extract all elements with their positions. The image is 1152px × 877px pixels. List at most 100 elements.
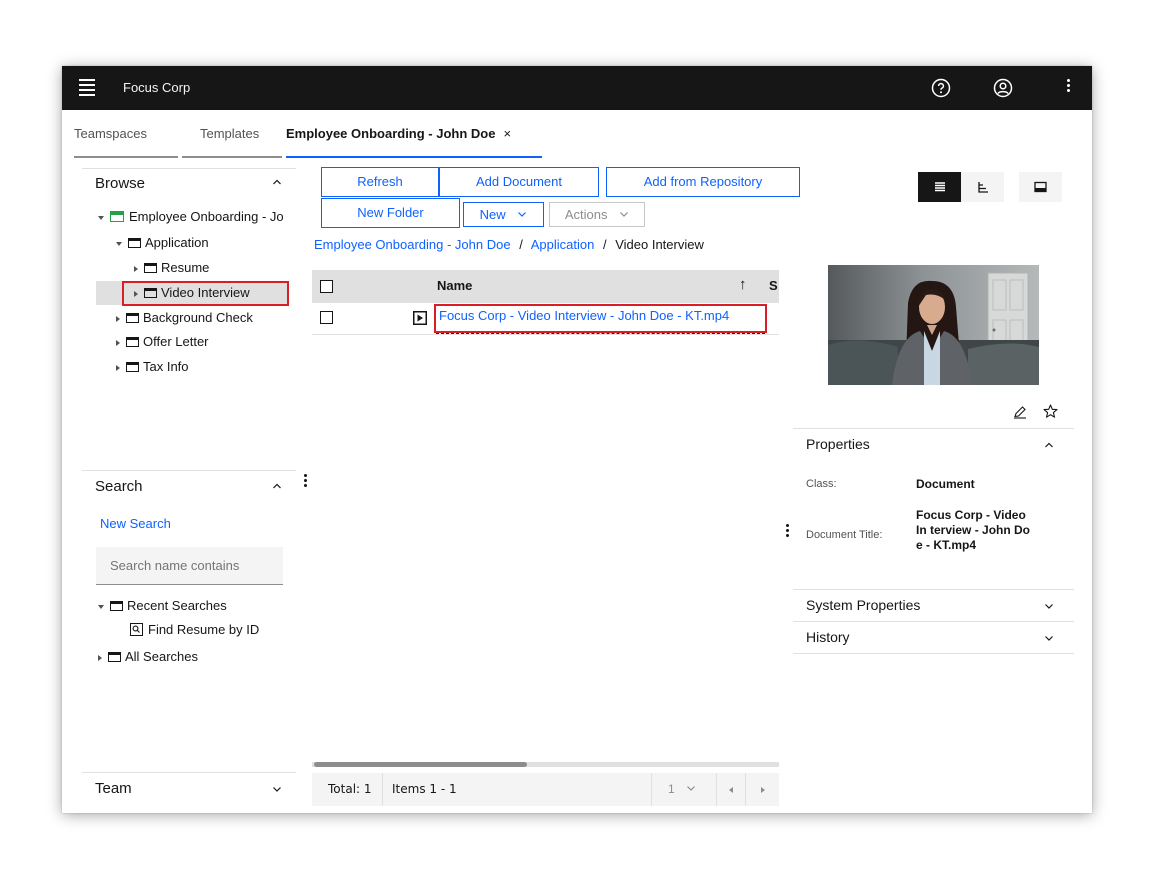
refresh-button[interactable]: Refresh xyxy=(321,167,439,197)
search-input[interactable] xyxy=(96,547,283,585)
breadcrumb-item-application[interactable]: Application xyxy=(531,237,595,252)
tree-item-label: Background Check xyxy=(143,310,253,325)
sort-ascending-icon[interactable]: ↑ xyxy=(739,276,747,293)
details-view-button[interactable] xyxy=(918,172,961,202)
hamburger-menu-icon[interactable] xyxy=(79,79,95,96)
edit-icon[interactable] xyxy=(1013,405,1027,419)
new-folder-button[interactable]: New Folder xyxy=(321,198,460,228)
caret-right-icon[interactable] xyxy=(116,339,120,346)
tab-teamspaces[interactable]: Teamspaces xyxy=(74,110,178,158)
expand-system-properties-icon[interactable] xyxy=(1044,600,1054,614)
caret-down-icon[interactable] xyxy=(116,241,122,246)
pagination-bar: Total: 1 Items 1 - 1 1 xyxy=(312,773,779,806)
tree-view-button[interactable] xyxy=(961,172,1004,202)
column-header-truncated[interactable]: S xyxy=(769,278,778,293)
new-dropdown-button[interactable]: New xyxy=(463,202,544,227)
app-window: Focus Corp Teamspaces Templates Employee… xyxy=(62,66,1092,813)
tree-item-resume[interactable]: Resume xyxy=(134,257,209,279)
video-thumbnail[interactable] xyxy=(828,265,1039,385)
collapse-search-icon[interactable] xyxy=(272,480,282,494)
tree-item-background-check[interactable]: Background Check xyxy=(116,307,253,329)
tree-item-label: Recent Searches xyxy=(127,598,227,613)
next-page-icon[interactable] xyxy=(761,787,765,793)
properties-title[interactable]: Properties xyxy=(806,436,870,452)
column-header-name[interactable]: Name xyxy=(437,278,472,293)
grid-header: Name ↑ S xyxy=(312,270,779,303)
caret-right-icon[interactable] xyxy=(116,315,120,322)
chevron-down-icon xyxy=(687,786,695,791)
overflow-menu-icon[interactable] xyxy=(1067,79,1070,94)
solution-icon xyxy=(110,211,124,223)
folder-icon xyxy=(126,361,139,372)
top-header: Focus Corp xyxy=(62,66,1092,110)
team-title: Team xyxy=(95,780,132,797)
class-label: Class: xyxy=(806,478,837,490)
new-search-link[interactable]: New Search xyxy=(100,516,171,531)
collapse-browse-icon[interactable] xyxy=(272,176,282,190)
new-label: New xyxy=(479,207,506,222)
tree-item-recent-searches[interactable]: Recent Searches xyxy=(98,595,227,617)
tab-templates[interactable]: Templates xyxy=(182,110,282,158)
list-view-icon xyxy=(934,182,945,192)
horizontal-scrollbar-thumb[interactable] xyxy=(314,762,527,767)
caret-right-icon[interactable] xyxy=(134,265,138,272)
previous-page-icon[interactable] xyxy=(729,787,733,793)
favorite-star-icon[interactable] xyxy=(1043,404,1058,419)
folder-icon xyxy=(126,336,139,347)
divider xyxy=(793,621,1074,622)
chevron-down-icon xyxy=(620,212,629,217)
video-preview-image xyxy=(828,265,1039,385)
caret-down-icon[interactable] xyxy=(98,604,104,609)
add-from-repository-button[interactable]: Add from Repository xyxy=(606,167,800,197)
tree-item-label: Find Resume by ID xyxy=(148,622,260,637)
preview-view-button[interactable] xyxy=(1019,172,1062,202)
panel-resize-handle-icon[interactable] xyxy=(304,474,307,489)
tab-employee-onboarding[interactable]: Employee Onboarding - John Doe × xyxy=(286,110,542,158)
select-all-checkbox[interactable] xyxy=(320,280,333,293)
history-title[interactable]: History xyxy=(806,629,850,645)
tree-item-application[interactable]: Application xyxy=(116,232,209,254)
tree-item-all-searches[interactable]: All Searches xyxy=(98,646,198,668)
expand-history-icon[interactable] xyxy=(1044,632,1054,646)
tab-label: Teamspaces xyxy=(74,126,147,141)
video-file-icon xyxy=(413,311,427,325)
divider xyxy=(82,168,296,169)
breadcrumb-separator: / xyxy=(602,237,607,252)
tree-item-offer-letter[interactable]: Offer Letter xyxy=(116,331,209,353)
caret-right-icon[interactable] xyxy=(116,364,120,371)
actions-label: Actions xyxy=(564,207,608,222)
panel-resize-handle-icon[interactable] xyxy=(786,524,789,539)
tree-item-label: Application xyxy=(145,235,209,250)
system-properties-title[interactable]: System Properties xyxy=(806,597,920,613)
focus-outline xyxy=(436,333,765,334)
tree-item-tax-info[interactable]: Tax Info xyxy=(116,356,189,378)
user-profile-icon[interactable] xyxy=(992,77,1014,99)
search-title: Search xyxy=(95,478,143,495)
tree-item-label: Tax Info xyxy=(143,359,189,374)
help-icon[interactable] xyxy=(930,77,952,99)
chevron-down-icon xyxy=(518,212,527,217)
page-select[interactable]: 1 xyxy=(668,782,696,796)
actions-dropdown-button[interactable]: Actions xyxy=(549,202,645,227)
divider xyxy=(745,773,746,806)
close-tab-icon[interactable]: × xyxy=(503,126,511,141)
caret-down-icon[interactable] xyxy=(98,215,104,220)
breadcrumb-item-root[interactable]: Employee Onboarding - John Doe xyxy=(314,237,511,252)
tree-item-find-resume[interactable]: Find Resume by ID xyxy=(130,619,259,641)
tab-label: Employee Onboarding - John Doe xyxy=(286,126,496,141)
tab-underline xyxy=(74,156,178,158)
items-range: Items 1 - 1 xyxy=(392,782,457,796)
add-document-button[interactable]: Add Document xyxy=(439,167,599,197)
total-count: Total: 1 xyxy=(328,782,372,796)
document-title-label: Document Title: xyxy=(806,529,883,541)
tree-view-icon xyxy=(977,182,988,193)
tree-item-root[interactable]: Employee Onboarding - Jo xyxy=(98,206,284,228)
row-checkbox[interactable] xyxy=(320,311,333,324)
divider xyxy=(82,470,296,471)
expand-team-icon[interactable] xyxy=(272,783,282,797)
folder-icon xyxy=(110,600,123,611)
caret-right-icon[interactable] xyxy=(98,654,102,661)
collapse-properties-icon[interactable] xyxy=(1044,439,1054,453)
divider xyxy=(716,773,717,806)
breadcrumb-separator: / xyxy=(519,237,523,252)
